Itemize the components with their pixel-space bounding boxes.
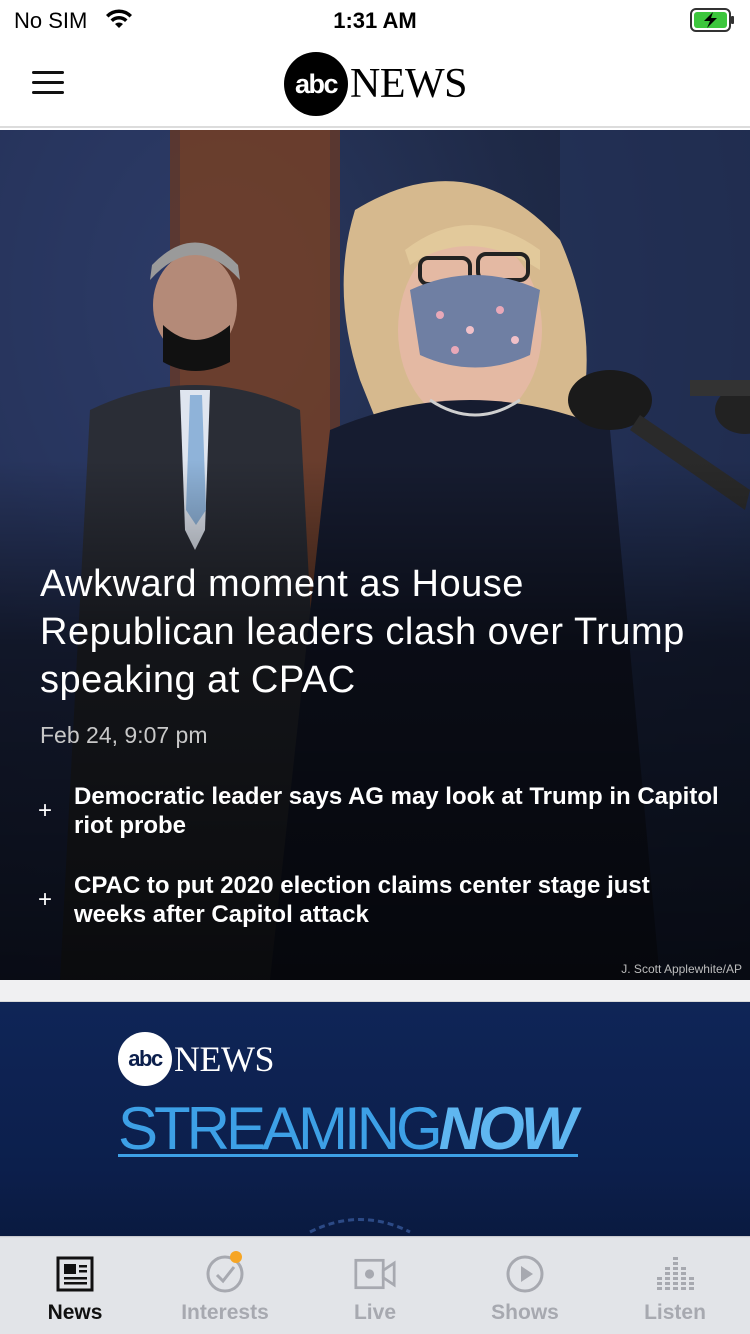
tab-listen[interactable]: Listen (600, 1237, 750, 1334)
hero-timestamp: Feb 24, 9:07 pm (40, 722, 208, 748)
notification-badge (230, 1251, 242, 1263)
abc-news-logo[interactable]: abc NEWS (284, 52, 468, 116)
streaming-underline (118, 1154, 578, 1157)
abc-logo-mark: abc (118, 1032, 172, 1086)
tab-interests[interactable]: Interests (150, 1237, 300, 1334)
now-word: NOW (438, 1095, 578, 1162)
play-circle-icon (504, 1253, 546, 1295)
video-camera-icon (354, 1253, 396, 1295)
section-divider (0, 980, 750, 1002)
streaming-now-title: STREAMINGNOW (118, 1094, 578, 1163)
bottom-tab-bar: News Interests Live Shows Listen (0, 1236, 750, 1334)
tab-label: Interests (181, 1301, 269, 1324)
streaming-now-card[interactable]: abc NEWS STREAMINGNOW (0, 1002, 750, 1238)
app-header: abc NEWS (0, 40, 750, 128)
abc-logo-mark: abc (284, 52, 348, 116)
stream-preview-graphic (309, 1218, 411, 1234)
news-wordmark: NEWS (350, 61, 468, 107)
news-wordmark: NEWS (174, 1039, 275, 1079)
related-story-link[interactable]: + CPAC to put 2020 election claims cente… (38, 871, 728, 929)
status-bar: No SIM 1:31 AM (0, 0, 750, 40)
tab-news[interactable]: News (0, 1237, 150, 1334)
newspaper-icon (54, 1253, 96, 1295)
tab-live[interactable]: Live (300, 1237, 450, 1334)
tab-label: News (47, 1301, 103, 1324)
tab-label: Live (353, 1301, 397, 1324)
hamburger-menu-button[interactable] (28, 64, 68, 104)
stream-abc-news-logo: abc NEWS (118, 1032, 275, 1086)
photo-credit: J. Scott Applewhite/AP (621, 962, 742, 976)
battery-charging-icon (690, 8, 736, 37)
related-story-text: CPAC to put 2020 election claims center … (74, 872, 650, 928)
related-story-text: Democratic leader says AG may look at Tr… (74, 783, 719, 839)
plus-icon: + (38, 797, 53, 824)
tab-label: Shows (491, 1301, 559, 1324)
status-time: 1:31 AM (333, 8, 417, 33)
hamburger-icon (32, 71, 64, 74)
equalizer-icon (654, 1253, 696, 1295)
plus-icon: + (38, 886, 53, 913)
tab-shows[interactable]: Shows (450, 1237, 600, 1334)
tab-label: Listen (644, 1301, 706, 1324)
hero-story-card[interactable]: Awkward moment as House Republican leade… (0, 130, 750, 980)
hero-headline[interactable]: Awkward moment as House Republican leade… (40, 560, 730, 704)
streaming-word: STREAMING (118, 1095, 443, 1162)
related-story-link[interactable]: + Democratic leader says AG may look at … (38, 782, 728, 840)
